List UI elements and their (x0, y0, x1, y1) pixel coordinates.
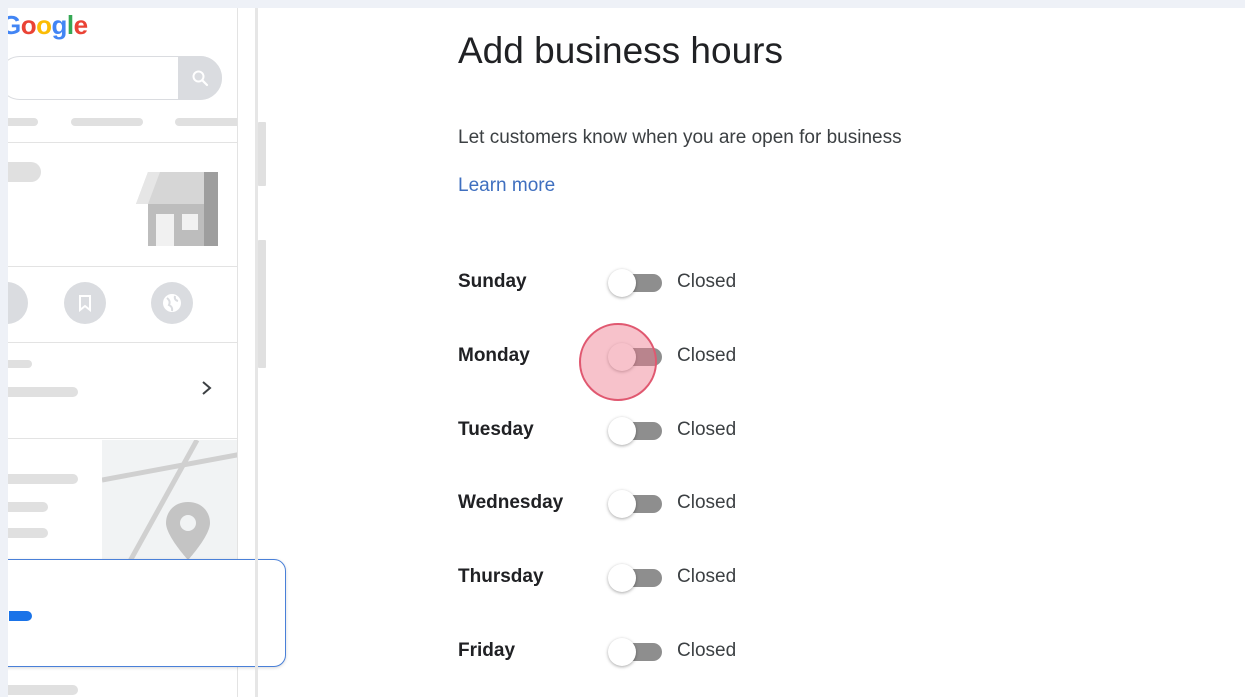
logo-fragment: l (66, 10, 74, 40)
tuesday-open-toggle[interactable] (608, 417, 664, 445)
day-label: Wednesday (458, 492, 564, 513)
day-row-monday: Monday Closed (458, 323, 858, 401)
globe-icon (151, 282, 193, 324)
map-pin-icon (166, 502, 210, 560)
logo-fragment: G (8, 10, 21, 40)
placeholder-bar (8, 387, 78, 397)
divider (8, 266, 237, 267)
toggle-knob (608, 564, 636, 592)
day-label: Tuesday (458, 419, 534, 440)
toggle-knob (608, 417, 636, 445)
scrollbar-thumb[interactable] (258, 240, 266, 368)
divider (8, 142, 237, 143)
logo-fragment: o (20, 10, 37, 40)
day-label: Sunday (458, 271, 527, 292)
placeholder-bar (175, 118, 237, 126)
day-status: Closed (677, 419, 737, 440)
app-frame: Google (8, 8, 1245, 697)
wednesday-open-toggle[interactable] (608, 490, 664, 518)
divider (8, 342, 237, 343)
thursday-open-toggle[interactable] (608, 564, 664, 592)
page-subtitle: Let customers know when you are open for… (458, 127, 902, 148)
scrollbar-thumb[interactable] (258, 122, 266, 186)
day-status: Closed (677, 566, 737, 587)
day-row-sunday: Sunday Closed (458, 262, 858, 302)
logo-fragment: e (73, 10, 88, 40)
storefront-icon (134, 164, 220, 246)
day-row-friday: Friday Closed (458, 631, 858, 671)
day-status: Closed (677, 640, 737, 661)
day-status: Closed (677, 271, 737, 292)
day-label: Thursday (458, 566, 544, 587)
logo-fragment: g (51, 10, 68, 40)
search-icon (178, 56, 222, 100)
placeholder-bar (8, 360, 32, 368)
accent-bar (9, 611, 32, 621)
monday-open-toggle[interactable] (579, 323, 664, 401)
toggle-knob (608, 343, 636, 371)
bookmark-icon (64, 282, 106, 324)
highlight-card (8, 559, 286, 667)
placeholder-bar (71, 118, 143, 126)
toggle-knob (608, 269, 636, 297)
friday-open-toggle[interactable] (608, 638, 664, 666)
day-row-wednesday: Wednesday Closed (458, 483, 858, 523)
day-status: Closed (677, 492, 737, 513)
logo-fragment: o (36, 10, 52, 40)
divider (8, 438, 237, 439)
google-logo: Google (8, 10, 88, 40)
day-label: Friday (458, 640, 516, 661)
day-label: Monday (458, 345, 530, 366)
toggle-knob (608, 490, 636, 518)
directions-icon (8, 282, 28, 324)
placeholder-bar (8, 502, 48, 512)
day-status: Closed (677, 345, 737, 366)
learn-more-link[interactable]: Learn more (458, 174, 555, 198)
chevron-right-icon (200, 378, 214, 398)
placeholder-bar (8, 685, 78, 695)
day-row-thursday: Thursday Closed (458, 557, 858, 597)
placeholder-bar (8, 118, 38, 126)
placeholder-bar (8, 474, 78, 484)
placeholder-bar (8, 528, 48, 538)
placeholder-bar (8, 162, 41, 182)
toggle-knob (608, 638, 636, 666)
page-title: Add business hours (458, 30, 783, 71)
day-row-tuesday: Tuesday Closed (458, 410, 858, 450)
sunday-open-toggle[interactable] (608, 269, 664, 297)
